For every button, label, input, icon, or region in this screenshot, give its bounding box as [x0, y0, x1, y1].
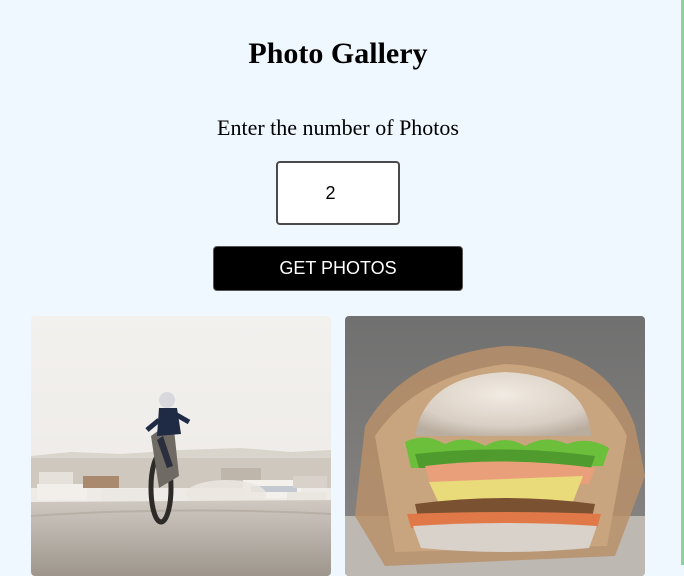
photo-count-input[interactable] [276, 161, 400, 225]
gallery-photo-motocross[interactable] [31, 316, 331, 576]
page-title: Photo Gallery [248, 37, 428, 70]
photo-gallery [31, 316, 646, 576]
photo-count-label: Enter the number of Photos [217, 115, 459, 140]
gallery-photo-burger[interactable] [345, 316, 645, 576]
get-photos-button[interactable]: GET PHOTOS [213, 246, 463, 291]
